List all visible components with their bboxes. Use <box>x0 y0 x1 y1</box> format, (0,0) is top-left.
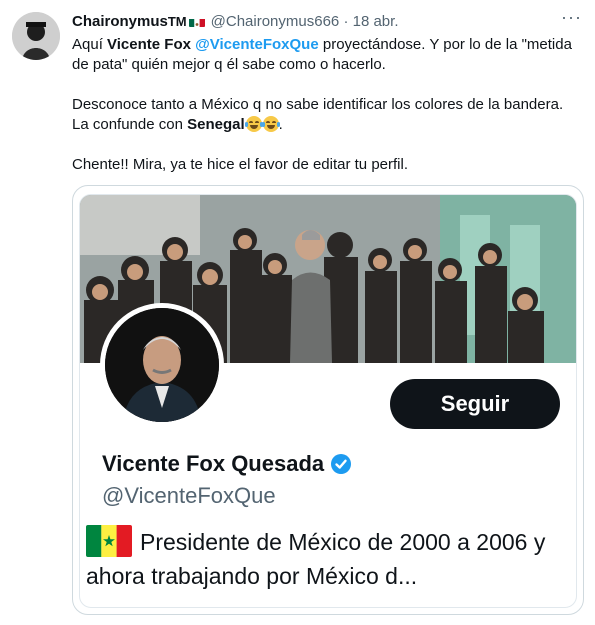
senegal-flag-icon <box>86 525 132 557</box>
verified-badge-icon <box>330 453 352 475</box>
profile-name: Vicente Fox Quesada <box>102 451 352 477</box>
mention-link[interactable]: @VicenteFoxQue <box>195 36 319 53</box>
more-options-icon[interactable]: ··· <box>561 8 581 30</box>
text-segment: Desconoce tanto a México q no sabe ident… <box>72 96 564 133</box>
profile-name-text: Vicente Fox Quesada <box>102 451 325 476</box>
profile-handle: @VicenteFoxQue <box>102 483 276 508</box>
tweet-date[interactable]: 18 abr. <box>353 13 399 30</box>
tweet-text: Aquí Vicente Fox @VicenteFoxQue proyectá… <box>72 35 580 175</box>
profile-bio-text: Presidente de México de 2000 a 2006 y ah… <box>86 529 546 589</box>
author-handle[interactable]: @Chaironymus666 <box>211 13 340 30</box>
attached-image[interactable]: Seguir Vicente Fox Quesada @VicenteFoxQu… <box>72 185 584 615</box>
tweet-paragraph-3: Chente!! Mira, ya te hice el favor de ed… <box>72 156 408 173</box>
mexico-flag-icon <box>188 16 205 27</box>
tweet-paragraph-2: Desconoce tanto a México q no sabe ident… <box>72 95 580 135</box>
follow-button[interactable]: Seguir <box>390 379 560 429</box>
laughing-emoji-icon <box>261 116 280 132</box>
profile-avatar <box>100 303 224 427</box>
text-segment: Aquí <box>72 36 108 53</box>
laughing-emoji-icon <box>244 116 263 132</box>
tweet-paragraph-1: Aquí Vicente Fox @VicenteFoxQue proyectá… <box>72 35 580 75</box>
highlighted-name: Vicente Fox <box>107 36 191 53</box>
trademark-mark: TM <box>167 14 187 29</box>
tweet-header: ChaironymusTM @Chaironymus666 · 18 abr. <box>72 12 585 32</box>
author-name[interactable]: Chaironymus <box>72 13 168 30</box>
profile-screenshot: Seguir Vicente Fox Quesada @VicenteFoxQu… <box>79 194 577 608</box>
highlighted-country: Senegal <box>187 116 245 133</box>
author-avatar[interactable] <box>12 12 60 60</box>
profile-bio: Presidente de México de 2000 a 2006 y ah… <box>86 525 566 593</box>
separator-dot: · <box>343 13 349 30</box>
